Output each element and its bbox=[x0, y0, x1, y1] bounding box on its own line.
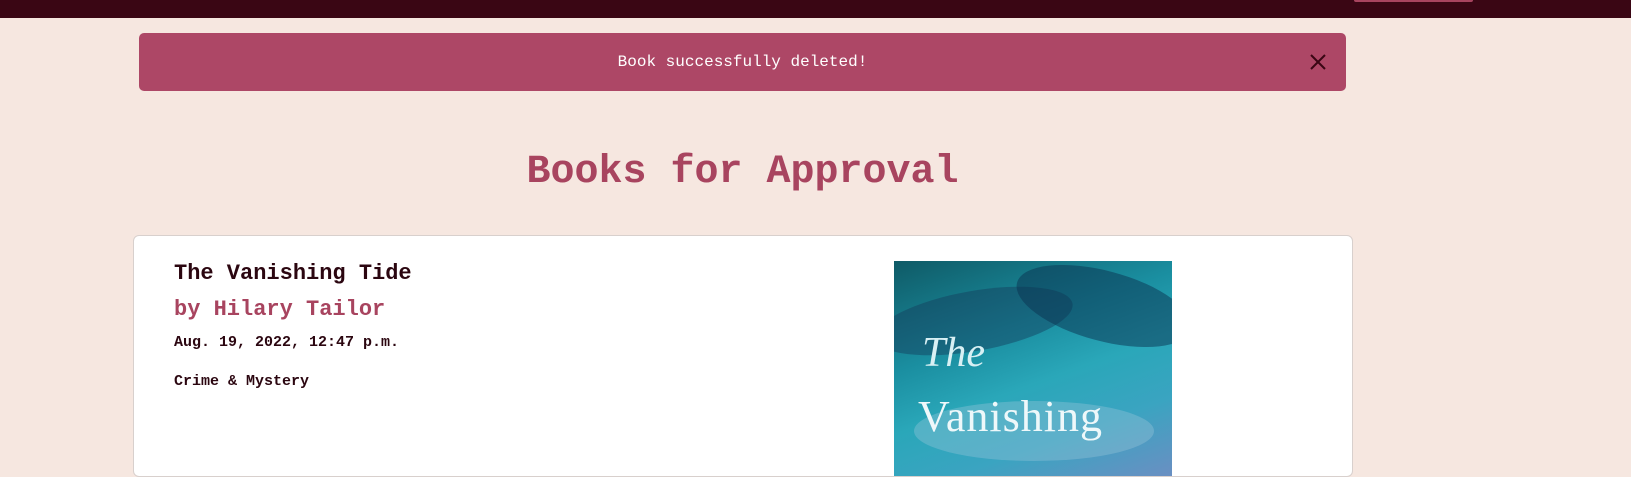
book-title[interactable]: The Vanishing Tide bbox=[174, 261, 412, 286]
navbar-button[interactable] bbox=[1354, 0, 1473, 2]
book-date: Aug. 19, 2022, 12:47 p.m. bbox=[174, 334, 400, 351]
cover-text-vanishing: Vanishing bbox=[918, 392, 1103, 441]
book-card[interactable]: The Vanishing Tide by Hilary Tailor Aug.… bbox=[133, 235, 1353, 477]
close-icon[interactable] bbox=[1306, 50, 1330, 74]
book-cover-image[interactable]: The Vanishing bbox=[894, 261, 1172, 476]
book-author: by Hilary Tailor bbox=[174, 297, 386, 322]
page-title: Books for Approval bbox=[526, 150, 959, 195]
cover-text-the: The bbox=[922, 330, 985, 376]
success-alert: Book successfully deleted! bbox=[139, 33, 1346, 91]
book-genre: Crime & Mystery bbox=[174, 373, 310, 390]
top-navbar bbox=[0, 0, 1631, 18]
alert-message: Book successfully deleted! bbox=[617, 53, 868, 71]
